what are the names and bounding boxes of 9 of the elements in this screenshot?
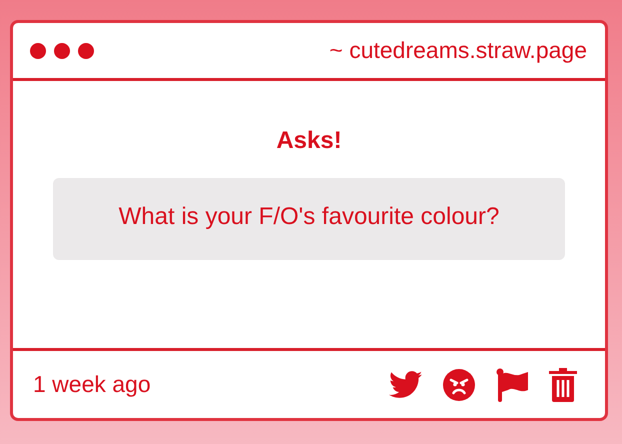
bird-icon[interactable] [389, 370, 423, 398]
heading: Asks! [276, 127, 342, 155]
angry-face-icon[interactable] [443, 368, 475, 400]
trash-icon[interactable] [549, 368, 577, 402]
timestamp: 1 week ago [33, 371, 151, 398]
question-text: What is your F/O's favourite colour? [118, 203, 500, 230]
flag-icon[interactable] [495, 368, 529, 402]
window-title: ~ cutedreams.straw.page [329, 37, 587, 64]
window-dots-icon [29, 42, 95, 60]
